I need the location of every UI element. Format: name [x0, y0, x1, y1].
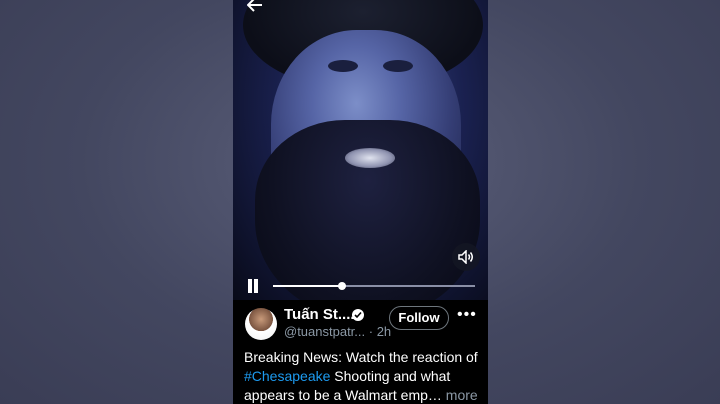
follow-button[interactable]: Follow: [389, 306, 449, 330]
author-display-name[interactable]: Tuấn St....: [284, 306, 355, 323]
author-handle[interactable]: @tuanstpatr...: [284, 324, 365, 339]
video-frame-eye-left: [328, 60, 358, 72]
progress-fill: [273, 285, 342, 287]
meta-separator: ·: [365, 324, 377, 339]
author-handle-row: @tuanstpatr... · 2h: [284, 324, 391, 339]
speaker-icon: [458, 250, 473, 264]
progress-thumb[interactable]: [337, 282, 346, 290]
playback-controls: [233, 275, 488, 299]
show-more-link[interactable]: more: [442, 387, 478, 403]
post-time: 2h: [376, 324, 392, 339]
volume-button[interactable]: [452, 243, 480, 271]
video-player[interactable]: [233, 0, 488, 300]
video-post-screen: Tuấn St.... @tuanstpatr... · 2h Follow •…: [233, 0, 488, 404]
video-frame-beard: [255, 120, 480, 300]
post-text: Breaking News: Watch the reaction of #Ch…: [244, 348, 482, 404]
back-arrow-icon[interactable]: [246, 0, 267, 18]
progress-bar[interactable]: [273, 282, 475, 290]
post-info: Tuấn St.... @tuanstpatr... · 2h Follow •…: [233, 300, 488, 404]
pause-icon[interactable]: [247, 279, 259, 293]
video-frame-eye-right: [383, 60, 413, 72]
post-text-start: Breaking News: Watch the reaction of: [244, 349, 478, 365]
avatar[interactable]: [245, 308, 277, 340]
video-frame-mouth: [345, 148, 395, 168]
hashtag-link[interactable]: #Chesapeake: [244, 368, 330, 384]
verified-badge-icon: [352, 309, 364, 321]
more-options-icon[interactable]: •••: [457, 306, 477, 324]
